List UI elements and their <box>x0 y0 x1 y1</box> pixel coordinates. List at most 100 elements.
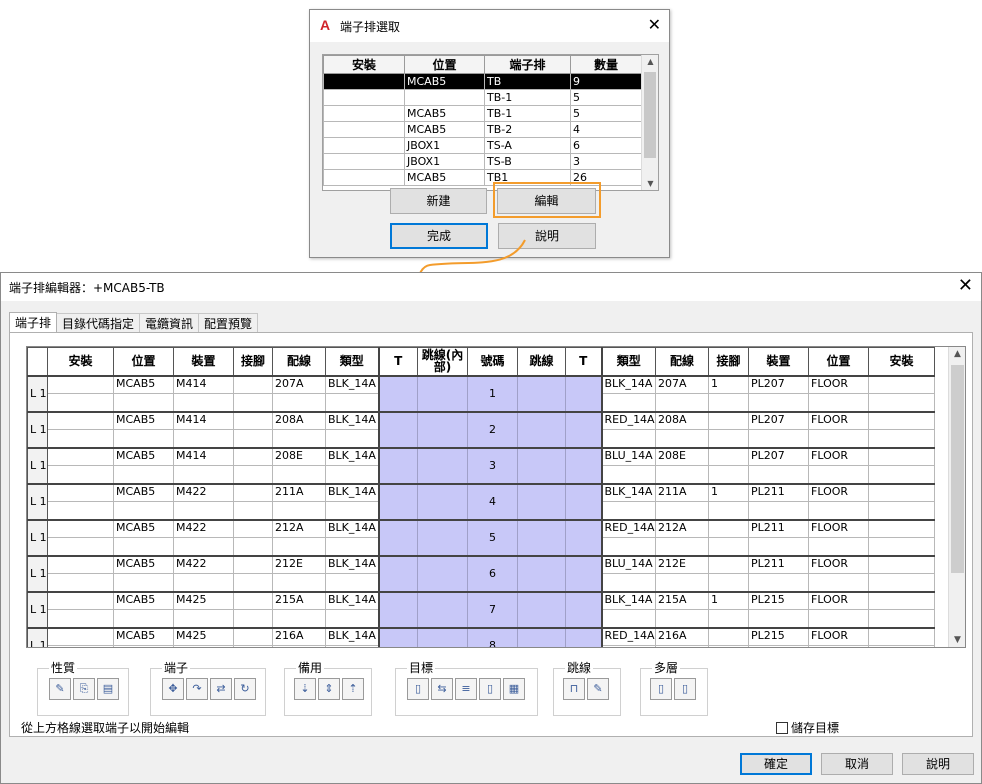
table-row[interactable]: JBOX1 TS-B 3 <box>323 153 642 170</box>
column-header[interactable]: T <box>377 347 418 376</box>
paste-properties-icon[interactable]: ▤ <box>97 678 119 700</box>
column-header[interactable]: 配線 <box>655 347 709 376</box>
target-table-icon[interactable]: ▦ <box>503 678 525 700</box>
terminal-number: 8 <box>467 626 518 647</box>
internal-jumper-cell <box>417 590 468 628</box>
terminal-row[interactable]: L 1 MCAB5 M414 208A BLK_14A 2 RED_14A 208A PL207… <box>27 410 935 448</box>
reverse-terminal-icon[interactable]: ↷ <box>186 678 208 700</box>
list-scrollbar[interactable]: ▲ ▼ <box>641 55 658 190</box>
add-jumper-icon[interactable]: ⊓ <box>563 678 585 700</box>
table-row[interactable]: MCAB5 TB-1 5 <box>323 105 642 122</box>
column-header[interactable]: 跳線(內部) <box>417 347 468 376</box>
target-edit-icon[interactable]: ▯ <box>479 678 501 700</box>
tab-cable-info[interactable]: 電纜資訊 <box>139 313 200 334</box>
table-cell: PL207 <box>748 374 809 394</box>
target-device-icon[interactable]: ▯ <box>407 678 429 700</box>
table-row[interactable]: JBOX1 TS-A 6 <box>323 137 642 154</box>
scroll-down-icon[interactable]: ▼ <box>642 179 658 188</box>
new-button[interactable]: 新建 <box>390 188 487 214</box>
terminal-strip-list[interactable]: 安裝 位置 端子排 數量 MCAB5 TB 9 TB-1 5 MCAB5 TB-1 5 MCAB5 TB… <box>322 54 659 191</box>
remove-level-icon[interactable]: ▯ <box>674 678 696 700</box>
column-header[interactable]: 端子排 <box>484 55 571 74</box>
tab-layout-preview[interactable]: 配置預覽 <box>198 313 259 334</box>
table-cell: MCAB5 <box>113 482 174 502</box>
terminal-row[interactable]: L 1 MCAB5 M422 212A BLK_14A 5 RED_14A 212A PL211… <box>27 518 935 556</box>
table-row[interactable]: MCAB5 TB-2 4 <box>323 121 642 138</box>
column-header[interactable]: 類型 <box>601 347 656 376</box>
table-cell <box>272 501 326 520</box>
internal-jumper-cell <box>417 554 468 592</box>
column-header[interactable]: 配線 <box>272 347 326 376</box>
column-header[interactable]: 位置 <box>113 347 174 376</box>
terminal-row[interactable]: L 1 MCAB5 M422 211A BLK_14A 4 BLK_14A 211A 1 PL21… <box>27 482 935 520</box>
table-row[interactable]: MCAB5 TB 9 <box>323 73 642 90</box>
table-cell <box>47 590 114 610</box>
grid-scrollbar[interactable]: ▲ ▼ <box>948 347 965 647</box>
table-cell: BLK_14A <box>325 554 379 574</box>
renumber-terminal-icon[interactable]: ↻ <box>234 678 256 700</box>
column-header[interactable]: 數量 <box>570 55 642 74</box>
tab-catalog-code[interactable]: 目錄代碼指定 <box>56 313 141 334</box>
scroll-thumb[interactable] <box>644 72 656 158</box>
level-label: L 1 <box>27 518 48 556</box>
terminal-row[interactable]: L 1 MCAB5 M425 216A BLK_14A 8 RED_14A 216A PL215… <box>27 626 935 647</box>
close-icon[interactable]: ✕ <box>648 15 661 34</box>
add-spare-icon[interactable]: ⇕ <box>318 678 340 700</box>
column-header[interactable]: 接腳 <box>233 347 273 376</box>
table-row[interactable]: TB-1 5 <box>323 89 642 106</box>
terminal-row[interactable]: L 1 MCAB5 M414 208E BLK_14A 3 BLU_14A 208E PL207… <box>27 446 935 484</box>
column-header[interactable]: 號碼 <box>467 347 518 376</box>
add-level-icon[interactable]: ▯ <box>650 678 672 700</box>
remove-spare-icon[interactable]: ⇡ <box>342 678 364 700</box>
checkbox-icon[interactable] <box>776 722 788 734</box>
column-header[interactable]: 安裝 <box>47 347 114 376</box>
table-cell: 1 <box>708 590 749 610</box>
move-terminal-icon[interactable]: ✥ <box>162 678 184 700</box>
t-left-cell <box>377 374 418 412</box>
table-cell: FLOOR <box>808 518 869 538</box>
column-header[interactable]: 裝置 <box>748 347 809 376</box>
scroll-up-icon[interactable]: ▲ <box>949 349 965 359</box>
table-cell: TB1 <box>484 169 571 186</box>
help-button[interactable]: 說明 <box>902 753 974 775</box>
column-header[interactable]: 安裝 <box>868 347 935 376</box>
table-cell <box>173 429 234 448</box>
jumper-group: 跳線 ⊓ ✎ <box>553 659 621 716</box>
table-cell: FLOOR <box>808 626 869 646</box>
table-cell <box>233 393 273 412</box>
save-target-checkbox[interactable]: 儲存目標 <box>776 719 839 736</box>
edit-jumper-icon[interactable]: ✎ <box>587 678 609 700</box>
edit-properties-icon[interactable]: ✎ <box>49 678 71 700</box>
column-header[interactable]: 接腳 <box>708 347 749 376</box>
insert-spare-icon[interactable]: ⇣ <box>294 678 316 700</box>
scroll-down-icon[interactable]: ▼ <box>949 635 965 645</box>
table-cell <box>601 573 656 592</box>
spare-group: 備用 ⇣ ⇕ ⇡ <box>284 659 372 716</box>
table-cell <box>47 554 114 574</box>
column-header[interactable]: 安裝 <box>323 55 405 74</box>
table-cell: M422 <box>173 518 234 538</box>
column-header[interactable]: T <box>565 347 603 376</box>
copy-properties-icon[interactable]: ⎘ <box>73 678 95 700</box>
ok-button[interactable]: 確定 <box>740 753 812 775</box>
column-header[interactable]: 類型 <box>325 347 379 376</box>
flip-terminal-icon[interactable]: ⇄ <box>210 678 232 700</box>
scroll-thumb[interactable] <box>951 365 964 573</box>
scroll-up-icon[interactable]: ▲ <box>642 57 658 66</box>
terminal-grid[interactable]: 安裝 位置 裝置 接腳 配線 類型 T 跳線(內部) 號碼 跳線 T 類型 配線 接腳 裝置 位置 安裝 L 1… <box>26 346 966 648</box>
column-header[interactable]: 位置 <box>808 347 869 376</box>
close-icon[interactable]: ✕ <box>958 275 973 296</box>
column-header[interactable]: 跳線 <box>517 347 566 376</box>
cancel-button[interactable]: 取消 <box>821 753 893 775</box>
target-swap-icon[interactable]: ⇆ <box>431 678 453 700</box>
terminal-row[interactable]: L 1 MCAB5 M425 215A BLK_14A 7 BLK_14A 215A 1 PL21… <box>27 590 935 628</box>
terminal-row[interactable]: L 1 MCAB5 M414 207A BLK_14A 1 BLK_14A 207A 1 PL20… <box>27 374 935 412</box>
level-label: L 1 <box>27 482 48 520</box>
column-header[interactable]: 位置 <box>404 55 485 74</box>
column-header[interactable]: 裝置 <box>173 347 234 376</box>
table-row[interactable]: MCAB5 TB1 26 <box>323 169 642 186</box>
target-list-icon[interactable]: ≡ <box>455 678 477 700</box>
column-header[interactable] <box>27 347 48 376</box>
terminal-row[interactable]: L 1 MCAB5 M422 212E BLK_14A 6 BLU_14A 212E PL211… <box>27 554 935 592</box>
edit-button[interactable]: 編輯 <box>497 188 596 214</box>
